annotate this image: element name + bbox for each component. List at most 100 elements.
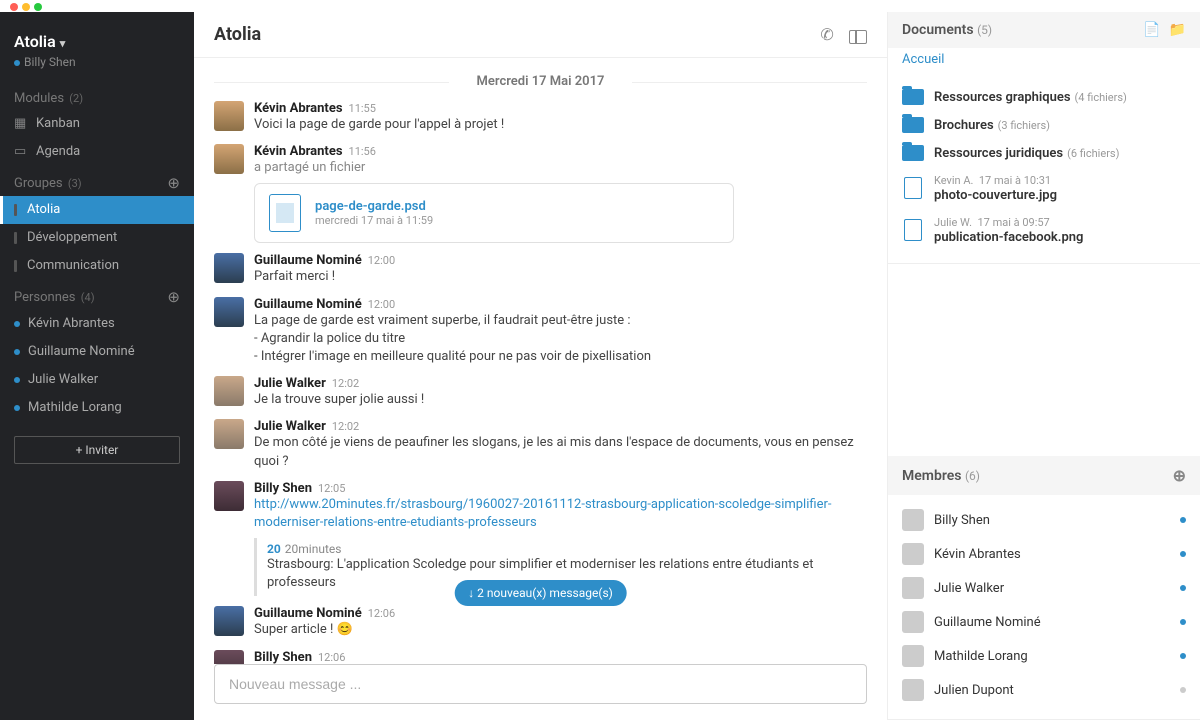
message-author[interactable]: Guillaume Nominé bbox=[254, 606, 362, 621]
new-messages-pill[interactable]: ↓ 2 nouveau(x) message(s) bbox=[454, 580, 627, 606]
sidebar-section-groups[interactable]: Groupes (3) ⊕ bbox=[0, 166, 194, 196]
member-row[interactable]: Billy Shen bbox=[902, 503, 1186, 537]
member-name: Mathilde Lorang bbox=[934, 649, 1180, 664]
file-row[interactable]: Julie W. 17 mai à 09:57publication-faceb… bbox=[902, 209, 1186, 251]
toggle-panel-icon[interactable] bbox=[849, 30, 867, 44]
presence-dot-icon bbox=[1180, 585, 1186, 591]
presence-dot-icon bbox=[1180, 687, 1186, 693]
sidebar-person-julie[interactable]: Julie Walker bbox=[0, 366, 194, 394]
member-row[interactable]: Mathilde Lorang bbox=[902, 639, 1186, 673]
documents-header[interactable]: Documents (5) 📄 📁 bbox=[888, 12, 1200, 48]
presence-dot-icon bbox=[14, 405, 20, 411]
call-icon[interactable]: ✆ bbox=[820, 25, 833, 44]
file-author: Kevin A. 17 mai à 10:31 bbox=[934, 174, 1051, 187]
sidebar-group-atolia[interactable]: Atolia bbox=[0, 196, 194, 224]
message-input[interactable] bbox=[214, 664, 867, 704]
avatar[interactable] bbox=[214, 101, 244, 131]
sidebar-item-agenda[interactable]: ▭Agenda bbox=[0, 138, 194, 166]
message-author[interactable]: Guillaume Nominé bbox=[254, 253, 362, 268]
avatar[interactable] bbox=[214, 253, 244, 283]
channel-bar-icon bbox=[14, 232, 17, 244]
member-name: Kévin Abrantes bbox=[934, 547, 1180, 562]
member-row[interactable]: Kévin Abrantes bbox=[902, 537, 1186, 571]
invite-button[interactable]: + Inviter bbox=[14, 436, 180, 464]
message-author[interactable]: Billy Shen bbox=[254, 481, 312, 496]
kanban-icon: ▦ bbox=[14, 114, 28, 134]
sidebar-group-developpement[interactable]: Développement bbox=[0, 224, 194, 252]
presence-dot-icon bbox=[1180, 619, 1186, 625]
sidebar-person-kevin[interactable]: Kévin Abrantes bbox=[0, 310, 194, 338]
file-row[interactable]: Kevin A. 17 mai à 10:31photo-couverture.… bbox=[902, 167, 1186, 209]
folder-icon bbox=[902, 89, 924, 105]
file-name: page-de-garde.psd bbox=[315, 199, 433, 214]
file-date: mercredi 17 mai à 11:59 bbox=[315, 214, 433, 227]
main-column: Atolia ✆ Mercredi 17 Mai 2017Kévin Abran… bbox=[194, 12, 888, 720]
folder-row[interactable]: Brochures(3 fichiers) bbox=[902, 111, 1186, 139]
message-text: a partagé un fichier bbox=[254, 159, 867, 177]
message-text: Parfait merci ! bbox=[254, 268, 867, 286]
avatar[interactable] bbox=[214, 606, 244, 636]
sidebar: Atolia▾ Billy Shen Modules (2) ▦Kanban ▭… bbox=[0, 12, 194, 720]
presence-dot-icon bbox=[14, 321, 20, 327]
window-controls[interactable] bbox=[0, 0, 1200, 12]
channel-bar-icon bbox=[14, 204, 17, 216]
avatar[interactable] bbox=[214, 376, 244, 406]
documents-breadcrumb[interactable]: Accueil bbox=[888, 48, 1200, 75]
message-author[interactable]: Guillaume Nominé bbox=[254, 297, 362, 312]
avatar[interactable] bbox=[214, 144, 244, 174]
add-folder-icon[interactable]: 📁 bbox=[1169, 22, 1186, 38]
file-icon bbox=[269, 194, 301, 232]
message-time: 12:06 bbox=[318, 651, 345, 664]
message-text: - Intégrer l'image en meilleure qualité … bbox=[254, 348, 867, 366]
folder-meta: (4 fichiers) bbox=[1075, 91, 1127, 104]
file-attachment[interactable]: page-de-garde.psdmercredi 17 mai à 11:59 bbox=[254, 183, 734, 243]
member-row[interactable]: Julien Dupont bbox=[902, 673, 1186, 707]
presence-dot-icon bbox=[14, 60, 20, 66]
sidebar-section-persons[interactable]: Personnes (4) ⊕ bbox=[0, 280, 194, 310]
message-author[interactable]: Julie Walker bbox=[254, 376, 326, 391]
message-author[interactable]: Billy Shen bbox=[254, 650, 312, 664]
member-name: Julie Walker bbox=[934, 581, 1180, 596]
sidebar-item-kanban[interactable]: ▦Kanban bbox=[0, 110, 194, 138]
message-time: 12:02 bbox=[332, 377, 359, 390]
avatar[interactable] bbox=[214, 419, 244, 449]
sidebar-person-mathilde[interactable]: Mathilde Lorang bbox=[0, 394, 194, 422]
message-author[interactable]: Kévin Abrantes bbox=[254, 144, 343, 159]
member-name: Julien Dupont bbox=[934, 683, 1180, 698]
message-time: 12:00 bbox=[368, 254, 395, 267]
avatar bbox=[902, 679, 924, 701]
avatar bbox=[902, 577, 924, 599]
member-name: Guillaume Nominé bbox=[934, 615, 1180, 630]
add-file-icon[interactable]: 📄 bbox=[1143, 22, 1160, 38]
channel-title: Atolia bbox=[214, 24, 261, 45]
avatar[interactable] bbox=[214, 481, 244, 511]
avatar bbox=[902, 543, 924, 565]
avatar bbox=[902, 509, 924, 531]
message-author[interactable]: Kévin Abrantes bbox=[254, 101, 343, 116]
avatar[interactable] bbox=[214, 297, 244, 327]
message-text: - Agrandir la police du titre bbox=[254, 330, 867, 348]
add-group-button[interactable]: ⊕ bbox=[167, 174, 180, 192]
message-row: Kévin Abrantes11:56a partagé un fichierp… bbox=[214, 144, 867, 243]
add-person-button[interactable]: ⊕ bbox=[167, 288, 180, 306]
member-name: Billy Shen bbox=[934, 513, 1180, 528]
channel-bar-icon bbox=[14, 260, 17, 272]
message-author[interactable]: Julie Walker bbox=[254, 419, 326, 434]
workspace-switcher[interactable]: Atolia▾ bbox=[0, 22, 194, 55]
sidebar-group-communication[interactable]: Communication bbox=[0, 252, 194, 280]
file-name: publication-facebook.png bbox=[934, 230, 1186, 245]
member-row[interactable]: Julie Walker bbox=[902, 571, 1186, 605]
presence-dot-icon bbox=[1180, 517, 1186, 523]
message-time: 12:02 bbox=[332, 420, 359, 433]
message-link[interactable]: http://www.20minutes.fr/strasbourg/19600… bbox=[254, 497, 831, 530]
folder-row[interactable]: Ressources juridiques(6 fichiers) bbox=[902, 139, 1186, 167]
messages-scroll[interactable]: Mercredi 17 Mai 2017Kévin Abrantes11:55V… bbox=[194, 58, 887, 664]
add-member-button[interactable]: ⊕ bbox=[1173, 466, 1186, 485]
avatar[interactable] bbox=[214, 650, 244, 664]
sidebar-section-modules[interactable]: Modules (2) bbox=[0, 83, 194, 110]
sidebar-person-guillaume[interactable]: Guillaume Nominé bbox=[0, 338, 194, 366]
member-row[interactable]: Guillaume Nominé bbox=[902, 605, 1186, 639]
current-user[interactable]: Billy Shen bbox=[0, 55, 194, 83]
members-header[interactable]: Membres (6) ⊕ bbox=[888, 456, 1200, 495]
folder-row[interactable]: Ressources graphiques(4 fichiers) bbox=[902, 83, 1186, 111]
